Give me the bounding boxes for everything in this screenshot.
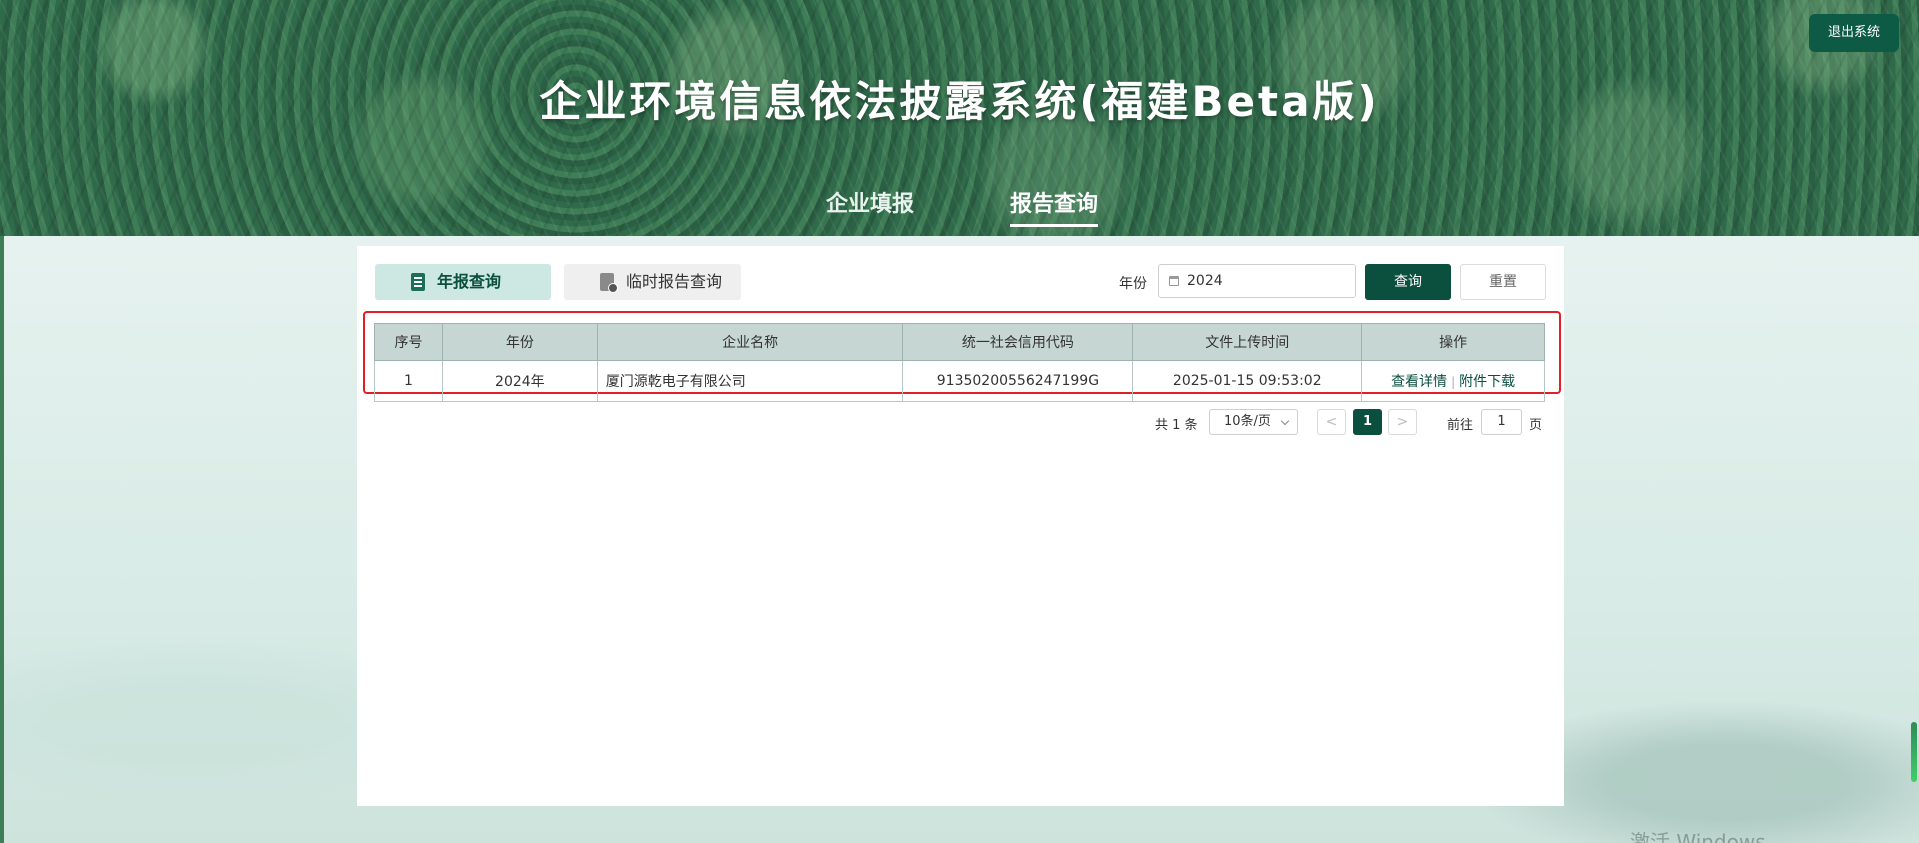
query-button[interactable]: 查询 — [1365, 264, 1451, 300]
report-table: 序号 年份 企业名称 统一社会信用代码 文件上传时间 操作 1 2024年 厦门… — [374, 323, 1545, 402]
page-title: 企业环境信息依法披露系统(福建Beta版) — [539, 77, 1380, 126]
main-panel: 年报查询 临时报告查询 年份 2024 查询 重置 序号 年份 企业名称 统一社… — [357, 246, 1564, 806]
table-row: 1 2024年 厦门源乾电子有限公司 91350200556247199G 20… — [374, 360, 1545, 402]
scroll-indicator[interactable] — [1911, 722, 1917, 782]
tab-annual-report[interactable]: 年报查询 — [375, 264, 551, 300]
column-header-company: 企业名称 — [596, 323, 904, 361]
download-attachment-link[interactable]: 附件下载 — [1459, 374, 1515, 390]
page-size-value: 10条/页 — [1224, 414, 1271, 429]
action-separator: | — [1451, 375, 1456, 389]
year-label: 年份 — [1119, 276, 1147, 292]
prev-page-button[interactable]: < — [1317, 409, 1346, 435]
goto-page-input[interactable]: 1 — [1481, 409, 1522, 435]
left-edge-decoration — [0, 236, 4, 843]
column-header-index: 序号 — [374, 323, 443, 361]
annual-report-icon — [411, 273, 425, 291]
nav-report-query[interactable]: 报告查询 — [1010, 186, 1099, 227]
column-header-actions: 操作 — [1361, 323, 1545, 361]
cell-year: 2024年 — [441, 360, 598, 402]
cell-upload-time: 2025-01-15 09:53:02 — [1132, 360, 1363, 402]
column-header-credit-code: 统一社会信用代码 — [902, 323, 1134, 361]
nav-enterprise-fill[interactable]: 企业填报 — [826, 186, 914, 224]
cell-credit-code: 91350200556247199G — [902, 360, 1134, 402]
calendar-icon — [1169, 276, 1179, 286]
column-header-year: 年份 — [441, 323, 598, 361]
chevron-down-icon — [1280, 416, 1290, 426]
year-value: 2024 — [1187, 273, 1223, 289]
tab-temporary-report[interactable]: 临时报告查询 — [564, 264, 741, 300]
column-header-upload-time: 文件上传时间 — [1132, 323, 1363, 361]
total-count: 共 1 条 — [1155, 418, 1198, 433]
cell-actions: 查看详情 | 附件下载 — [1361, 360, 1545, 402]
main-nav: 企业填报 报告查询 — [0, 186, 1919, 227]
tab-temporary-report-label: 临时报告查询 — [626, 272, 723, 291]
page-number-current[interactable]: 1 — [1353, 409, 1382, 435]
page-unit-label: 页 — [1529, 418, 1543, 433]
temporary-report-icon — [600, 273, 618, 293]
next-page-button[interactable]: > — [1388, 409, 1417, 435]
tab-annual-report-label: 年报查询 — [437, 272, 502, 291]
page-size-select[interactable]: 10条/页 — [1209, 409, 1298, 435]
logout-button[interactable]: 退出系统 — [1809, 14, 1899, 52]
goto-label: 前往 — [1447, 418, 1474, 433]
cell-company: 厦门源乾电子有限公司 — [596, 360, 904, 402]
view-details-link[interactable]: 查看详情 — [1391, 374, 1447, 390]
windows-watermark: 激活 Windows — [1630, 830, 1766, 843]
cell-index: 1 — [374, 360, 443, 402]
reset-button[interactable]: 重置 — [1460, 264, 1546, 300]
table-header-row: 序号 年份 企业名称 统一社会信用代码 文件上传时间 操作 — [374, 323, 1545, 361]
year-picker[interactable]: 2024 — [1158, 264, 1356, 298]
